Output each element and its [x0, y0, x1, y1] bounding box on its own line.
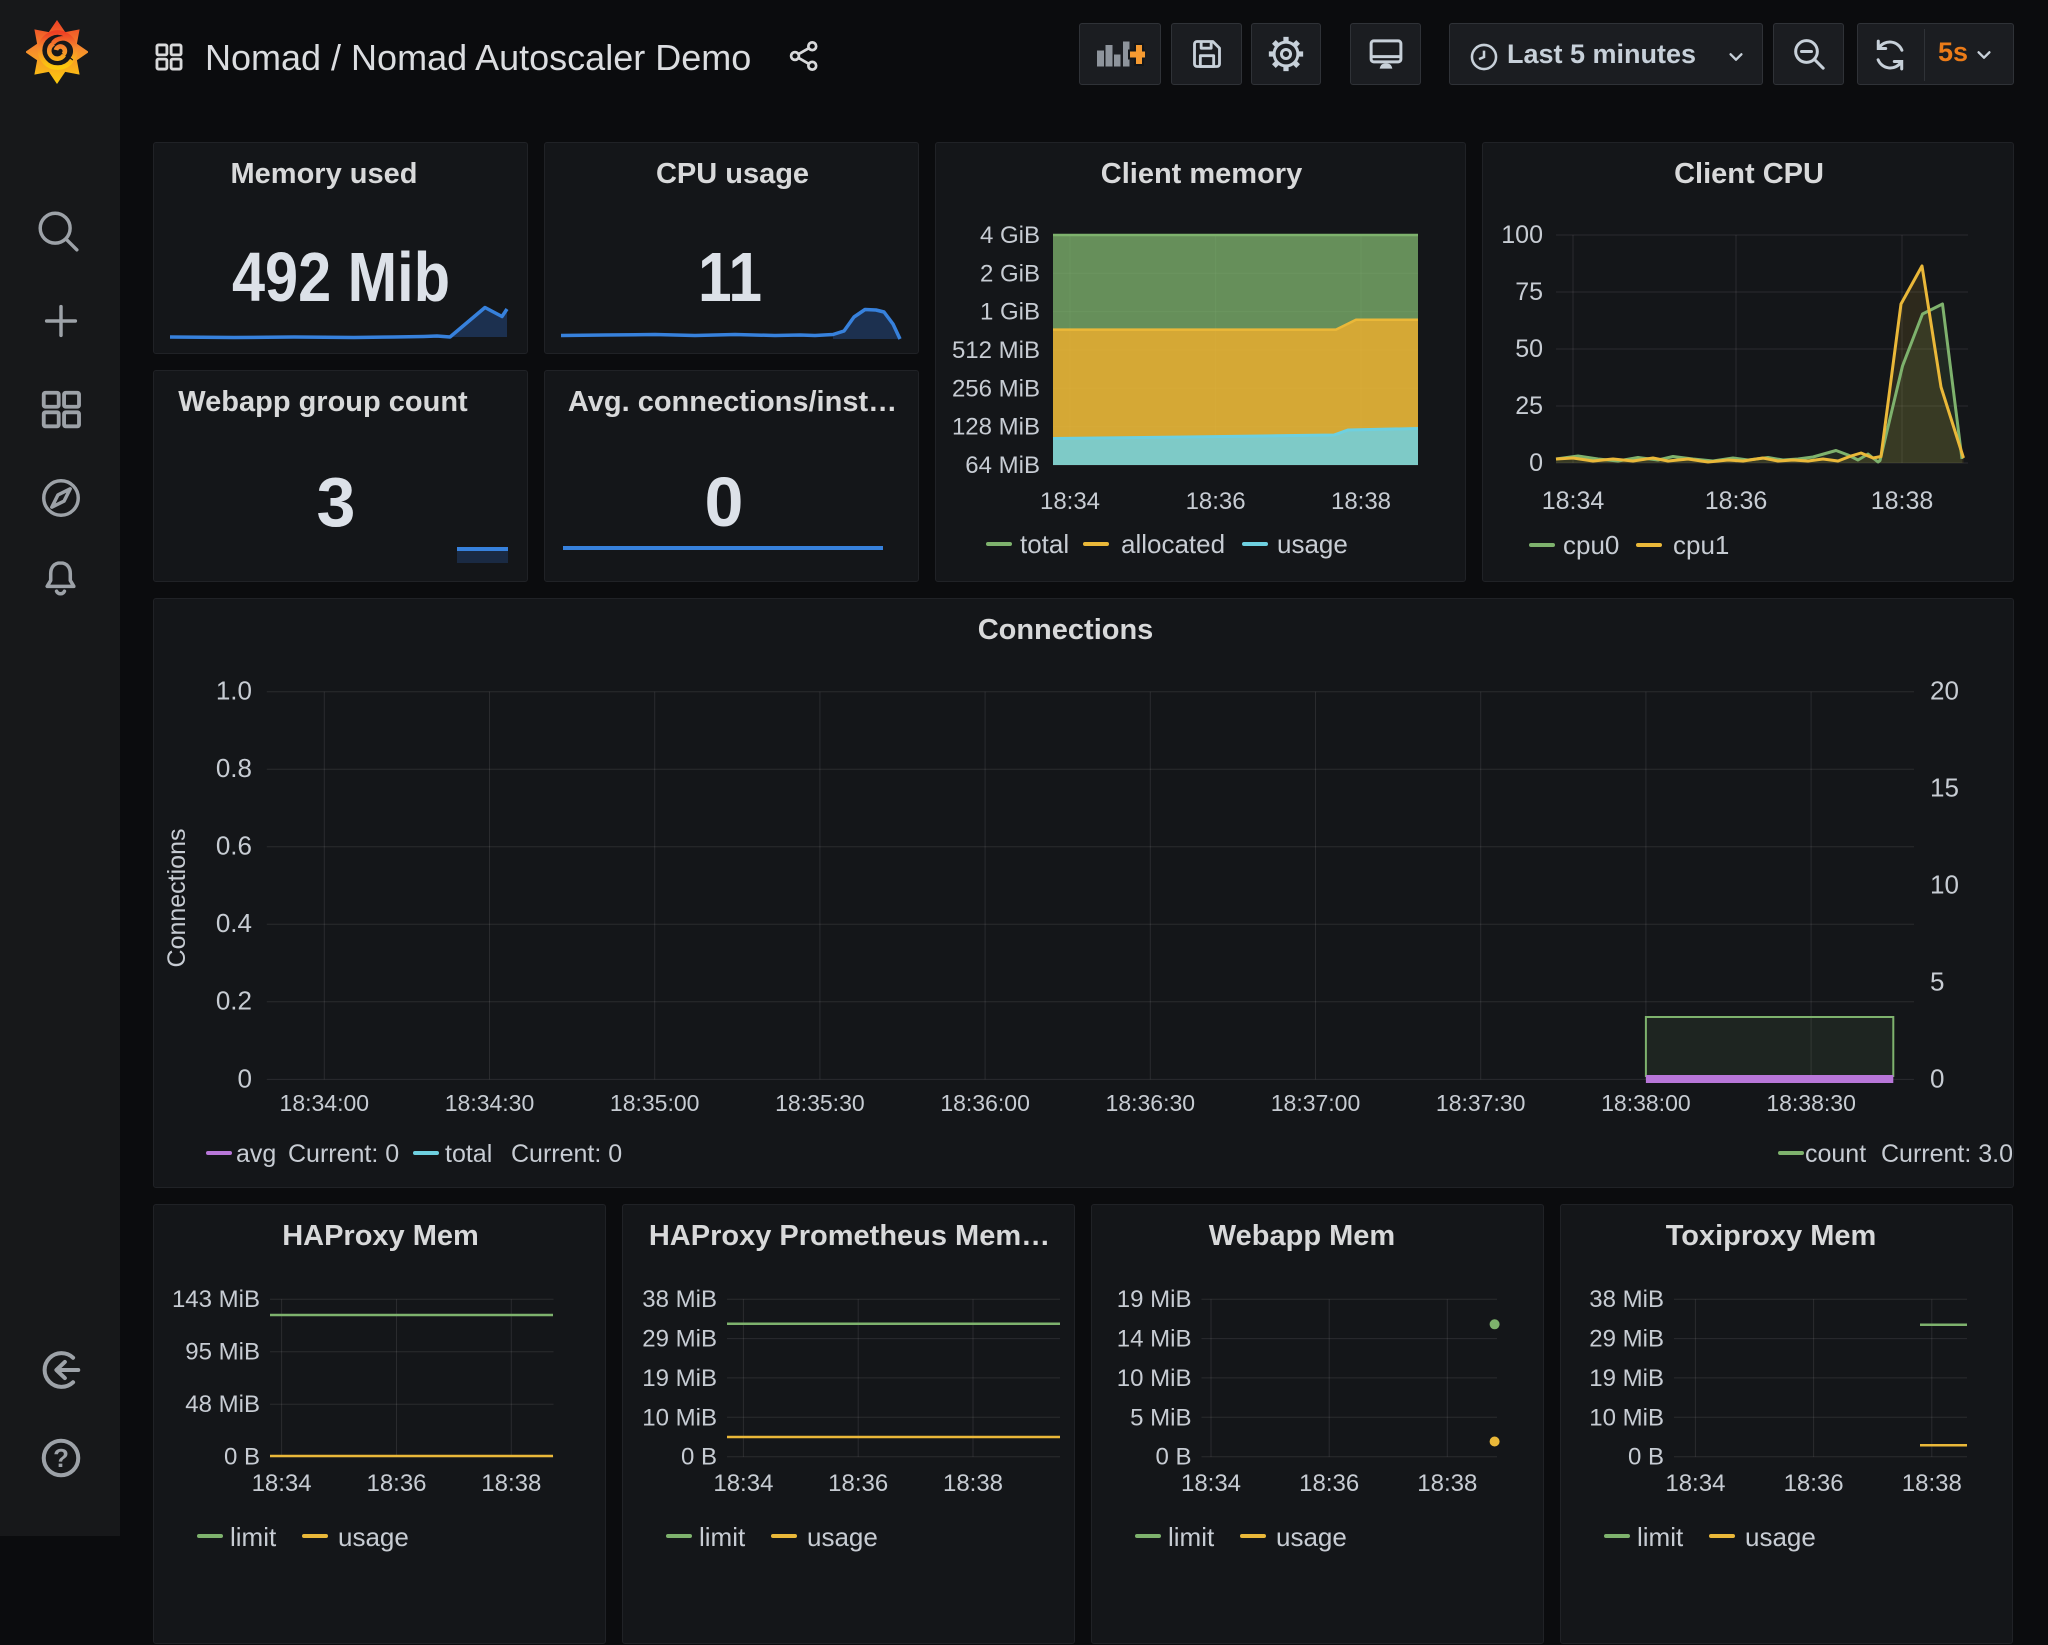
svg-text:avg: avg: [236, 1140, 276, 1168]
svg-text:Current: 0: Current: 0: [288, 1140, 399, 1168]
svg-text:limit: limit: [699, 1522, 746, 1552]
svg-text:0.2: 0.2: [216, 986, 252, 1016]
svg-text:18:34: 18:34: [252, 1470, 312, 1497]
svg-text:0.6: 0.6: [216, 831, 252, 861]
svg-text:64 MiB: 64 MiB: [965, 452, 1040, 479]
svg-text:0: 0: [238, 1063, 252, 1093]
svg-text:0.8: 0.8: [216, 753, 252, 783]
svg-text:total: total: [1020, 529, 1069, 559]
svg-text:18:37:00: 18:37:00: [1271, 1090, 1361, 1116]
svg-text:Current: 0: Current: 0: [511, 1140, 622, 1168]
svg-text:38 MiB: 38 MiB: [1589, 1286, 1664, 1313]
svg-text:18:38: 18:38: [1871, 487, 1934, 515]
svg-text:0 B: 0 B: [1155, 1444, 1191, 1471]
svg-text:19 MiB: 19 MiB: [642, 1365, 717, 1392]
svg-text:allocated: allocated: [1121, 529, 1225, 559]
svg-text:3: 3: [317, 463, 356, 541]
svg-text:Current: 3.0: Current: 3.0: [1881, 1140, 2013, 1168]
svg-text:0: 0: [1529, 449, 1543, 477]
svg-text:256 MiB: 256 MiB: [952, 375, 1040, 402]
svg-text:0: 0: [1930, 1063, 1944, 1093]
svg-text:100: 100: [1501, 221, 1543, 249]
svg-text:1 GiB: 1 GiB: [980, 299, 1040, 326]
svg-text:18:34: 18:34: [1542, 487, 1605, 515]
svg-text:18:38: 18:38: [1902, 1470, 1962, 1497]
svg-text:0 B: 0 B: [224, 1444, 260, 1471]
svg-text:18:36:30: 18:36:30: [1106, 1090, 1196, 1116]
svg-text:1.0: 1.0: [216, 676, 252, 706]
svg-text:48 MiB: 48 MiB: [185, 1391, 260, 1418]
svg-text:0 B: 0 B: [1628, 1444, 1664, 1471]
svg-text:18:34: 18:34: [713, 1470, 773, 1497]
svg-text:18:38: 18:38: [1417, 1470, 1477, 1497]
svg-text:5 MiB: 5 MiB: [1130, 1404, 1191, 1431]
svg-text:18:36: 18:36: [1186, 488, 1246, 515]
svg-text:18:38:00: 18:38:00: [1601, 1090, 1691, 1116]
svg-text:18:38: 18:38: [481, 1470, 541, 1497]
svg-text:5: 5: [1930, 966, 1944, 996]
svg-text:usage: usage: [807, 1522, 878, 1552]
svg-text:95 MiB: 95 MiB: [185, 1339, 260, 1366]
svg-text:38 MiB: 38 MiB: [642, 1286, 717, 1313]
svg-text:492 Mib: 492 Mib: [232, 238, 450, 316]
svg-text:2 GiB: 2 GiB: [980, 260, 1040, 287]
svg-text:cpu1: cpu1: [1673, 530, 1729, 560]
svg-text:18:36: 18:36: [366, 1470, 426, 1497]
svg-text:10 MiB: 10 MiB: [1589, 1404, 1664, 1431]
svg-text:75: 75: [1515, 278, 1543, 306]
svg-text:0.4: 0.4: [216, 908, 252, 938]
svg-text:Connections: Connections: [163, 829, 191, 968]
svg-text:18:36: 18:36: [828, 1470, 888, 1497]
svg-text:19 MiB: 19 MiB: [1117, 1286, 1192, 1313]
svg-text:143 MiB: 143 MiB: [172, 1286, 260, 1313]
svg-text:14 MiB: 14 MiB: [1117, 1326, 1192, 1353]
svg-text:18:34:30: 18:34:30: [445, 1090, 535, 1116]
svg-text:4 GiB: 4 GiB: [980, 222, 1040, 249]
svg-text:18:34:00: 18:34:00: [280, 1090, 370, 1116]
svg-text:18:38:30: 18:38:30: [1766, 1090, 1856, 1116]
svg-text:usage: usage: [1745, 1522, 1816, 1552]
svg-text:18:36: 18:36: [1705, 487, 1768, 515]
svg-text:18:38: 18:38: [943, 1470, 1003, 1497]
svg-text:0 B: 0 B: [681, 1444, 717, 1471]
svg-text:limit: limit: [1168, 1522, 1215, 1552]
svg-text:18:35:00: 18:35:00: [610, 1090, 700, 1116]
svg-text:18:36: 18:36: [1784, 1470, 1844, 1497]
svg-text:18:38: 18:38: [1331, 488, 1391, 515]
svg-text:18:34: 18:34: [1181, 1470, 1241, 1497]
svg-text:11: 11: [698, 238, 762, 316]
svg-text:10 MiB: 10 MiB: [642, 1404, 717, 1431]
svg-text:10 MiB: 10 MiB: [1117, 1365, 1192, 1392]
svg-text:18:35:30: 18:35:30: [775, 1090, 865, 1116]
svg-text:19 MiB: 19 MiB: [1589, 1365, 1664, 1392]
svg-text:15: 15: [1930, 773, 1959, 803]
svg-text:?: ?: [53, 1445, 69, 1473]
svg-text:29 MiB: 29 MiB: [642, 1326, 717, 1353]
svg-text:512 MiB: 512 MiB: [952, 337, 1040, 364]
svg-text:0: 0: [705, 463, 744, 541]
svg-text:usage: usage: [1276, 1522, 1347, 1552]
svg-text:count: count: [1805, 1140, 1866, 1168]
svg-text:50: 50: [1515, 335, 1543, 363]
svg-text:18:34: 18:34: [1665, 1470, 1725, 1497]
svg-text:cpu0: cpu0: [1563, 530, 1619, 560]
svg-text:128 MiB: 128 MiB: [952, 414, 1040, 441]
svg-text:18:34: 18:34: [1040, 488, 1100, 515]
svg-text:18:36:00: 18:36:00: [940, 1090, 1030, 1116]
svg-text:usage: usage: [1277, 529, 1348, 559]
svg-text:total: total: [445, 1140, 492, 1168]
svg-text:limit: limit: [230, 1522, 277, 1552]
svg-text:29 MiB: 29 MiB: [1589, 1326, 1664, 1353]
svg-text:usage: usage: [338, 1522, 409, 1552]
svg-text:25: 25: [1515, 392, 1543, 420]
svg-text:18:37:30: 18:37:30: [1436, 1090, 1526, 1116]
svg-text:18:36: 18:36: [1299, 1470, 1359, 1497]
svg-text:limit: limit: [1637, 1522, 1684, 1552]
svg-text:10: 10: [1930, 870, 1959, 900]
svg-text:20: 20: [1930, 676, 1959, 706]
